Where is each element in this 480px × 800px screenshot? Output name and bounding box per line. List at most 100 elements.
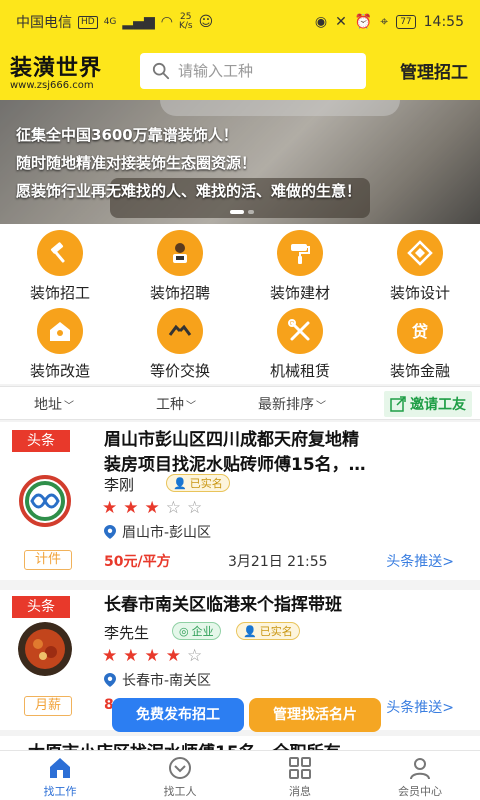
category-label: 装饰改造 <box>29 362 90 380</box>
star-icon: ★ <box>123 498 139 518</box>
logo-url: www.zsj666.com <box>10 80 94 91</box>
nav-label: 找工人 <box>163 785 197 798</box>
headline-push-link[interactable]: 头条推送> <box>386 697 454 717</box>
hammer-icon <box>37 230 83 276</box>
star-empty-icon: ☆ <box>187 646 203 666</box>
category-label: 装饰招聘 <box>149 284 210 302</box>
job-listing-card[interactable]: 头条 眉山市彭山区四川成都天府复地精 装房项目找泥水贴砖师傅15名，… 李刚 👤… <box>0 422 480 580</box>
user-check-icon: 👤 <box>173 476 187 490</box>
manage-work-card-button[interactable]: 管理找活名片 <box>249 698 381 732</box>
filter-address-label: 地址 <box>34 397 62 413</box>
signal-icon: ▂▄▆ <box>122 14 155 30</box>
category-label: 装饰建材 <box>269 284 330 302</box>
category-renovation-recruit[interactable]: 装饰招聘 <box>120 230 240 308</box>
star-icon: ★ <box>102 498 118 518</box>
banner-line-2: 随时随地精准对接装饰生态圈资源！ <box>16 154 257 172</box>
recruit-icon <box>157 230 203 276</box>
headline-push-link[interactable]: 头条推送> <box>386 551 454 571</box>
location-pin-icon <box>104 673 116 687</box>
nav-label: 消息 <box>289 785 311 798</box>
design-icon <box>397 230 443 276</box>
star-icon: ★ <box>123 646 139 666</box>
verified-badge: 👤 已实名 <box>166 474 230 492</box>
share-icon <box>390 396 406 412</box>
home-renovate-icon <box>37 308 83 354</box>
filter-sort[interactable]: 最新排序 ﹀ <box>258 394 326 414</box>
listing-title[interactable]: 眉山市彭山区四川成都天府复地精 装房项目找泥水贴砖师傅15名，… <box>104 428 366 478</box>
paint-roller-icon <box>277 230 323 276</box>
filter-address[interactable]: 地址 ﹀ <box>34 394 74 414</box>
category-label: 装饰金融 <box>389 362 450 380</box>
star-empty-icon: ☆ <box>187 498 203 518</box>
filter-bar: 地址 ﹀ 工种 ﹀ 最新排序 ﹀ 邀请工友 <box>0 386 480 420</box>
chevron-down-icon: ﹀ <box>64 401 74 412</box>
category-remodel[interactable]: 装饰改造 <box>0 308 120 386</box>
search-box[interactable] <box>140 53 366 89</box>
filter-trade-label: 工种 <box>156 397 184 413</box>
headline-tag: 头条 <box>12 430 70 452</box>
location: 长春市-南关区 <box>104 670 211 690</box>
invite-workers-button[interactable]: 邀请工友 <box>384 391 472 417</box>
category-renovation-hiring[interactable]: 装饰招工 <box>0 230 120 308</box>
category-finance[interactable]: 贷 装饰金融 <box>360 308 480 386</box>
category-building-materials[interactable]: 装饰建材 <box>240 230 360 308</box>
banner-line-1: 征集全中国3600万靠谱装饰人！ <box>16 126 238 144</box>
invite-label: 邀请工友 <box>410 397 466 413</box>
banner-dot <box>248 210 254 214</box>
post-date: 3月21日 21:55 <box>228 554 328 570</box>
search-input[interactable] <box>178 62 348 80</box>
nav-label: 找工作 <box>43 785 77 798</box>
category-design[interactable]: 装饰设计 <box>360 230 480 308</box>
rating-stars: ★ ★ ★ ★ ☆ <box>102 646 202 666</box>
battery-icon: 77 <box>396 15 416 29</box>
app-header: 装潢世界 www.zsj666.com 管理招工 <box>0 44 480 100</box>
wifi-icon: ◠ <box>160 14 173 30</box>
banner-dot-active <box>230 210 244 214</box>
network-icon: 4G <box>103 16 117 27</box>
location-icon: ⌖ <box>380 14 389 30</box>
avatar[interactable] <box>18 622 72 676</box>
nav-member-center[interactable]: 会员中心 <box>360 751 480 800</box>
manage-recruitment-button[interactable]: 管理招工 <box>400 58 468 83</box>
poster-name: 李先生 <box>104 624 150 642</box>
rating-stars: ★ ★ ★ ☆ ☆ <box>102 498 202 518</box>
listing-title: 太原市小店区找泥水师傅15名，全职所有 <box>28 738 341 750</box>
listing-title[interactable]: 长春市南关区临港来个指挥带班 <box>104 593 342 618</box>
banner-line-3: 愿装饰行业再无难找的人、难找的活、难做的生意！ <box>16 182 362 200</box>
category-machine-rental[interactable]: 机械租赁 <box>240 308 360 386</box>
exchange-icon <box>157 308 203 354</box>
verified-badge: 👤 已实名 <box>236 622 300 640</box>
promo-banner[interactable]: 征集全中国3600万靠谱装饰人！ 随时随地精准对接装饰生态圈资源！ 愿装饰行业再… <box>0 100 480 224</box>
alarm-icon: ⏰ <box>354 14 373 30</box>
messages-icon <box>289 757 311 779</box>
star-empty-icon: ☆ <box>165 498 181 518</box>
company-badge: ◎ 企业 <box>172 622 221 640</box>
filter-trade[interactable]: 工种 ﹀ <box>156 394 196 414</box>
pay-type-badge: 月薪 <box>24 696 72 716</box>
job-listing-card-partial[interactable]: 太原市小店区找泥水师傅15名，全职所有 <box>0 736 480 750</box>
svg-text:贷: 贷 <box>412 322 428 341</box>
post-job-free-button[interactable]: 免费发布招工 <box>112 698 244 732</box>
eye-icon: ◉ <box>314 14 328 30</box>
logo-title: 装潢世界 <box>10 56 103 81</box>
nav-find-job[interactable]: 找工作 <box>0 751 120 800</box>
search-icon <box>152 62 170 80</box>
company-icon: ◎ <box>179 624 189 638</box>
location: 眉山市-彭山区 <box>104 522 211 542</box>
category-label: 装饰招工 <box>29 284 90 302</box>
pay-type-badge: 计件 <box>24 550 72 570</box>
chevron-down-icon: ﹀ <box>316 401 326 412</box>
hd-icon: HD <box>78 15 98 29</box>
tools-icon <box>277 308 323 354</box>
nav-find-workers[interactable]: 找工人 <box>120 751 240 800</box>
category-exchange[interactable]: 等价交换 <box>120 308 240 386</box>
status-bar: 中国电信 HD 4G ▂▄▆ ◠ 25 K/s ☺ ◉ ✕ ⏰ ⌖ 77 14:5… <box>0 0 480 44</box>
location-pin-icon <box>104 525 116 539</box>
chevron-down-icon: ﹀ <box>186 401 196 412</box>
user-check-icon: 👤 <box>243 624 257 638</box>
nav-messages[interactable]: 消息 <box>240 751 360 800</box>
loan-icon: 贷 <box>397 308 443 354</box>
banner-pagination <box>230 210 254 214</box>
star-icon: ★ <box>144 646 160 666</box>
avatar[interactable] <box>18 474 72 528</box>
